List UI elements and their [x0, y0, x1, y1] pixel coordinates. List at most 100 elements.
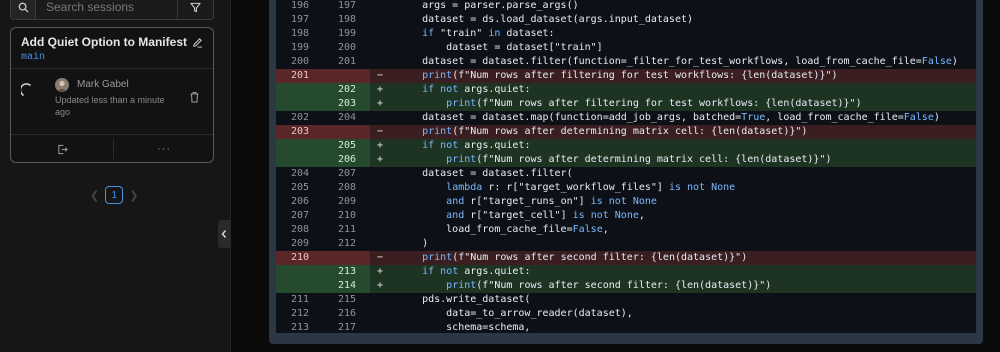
diff-marker: +: [376, 266, 384, 277]
new-line-number: 211: [337, 224, 357, 235]
diff-view: 196 197 args = parser.parse_args() 197 198 …: [276, 0, 976, 333]
new-line-number: [324, 69, 370, 83]
open-session-button[interactable]: [11, 135, 113, 163]
old-line-number: 200: [290, 56, 310, 67]
new-line-number: 217: [337, 322, 357, 333]
diff-line-added: 213 + if not args.quiet:: [276, 265, 976, 279]
old-line-number: 207: [290, 210, 310, 221]
code-text: ): [398, 238, 429, 249]
diff-marker: [370, 167, 390, 181]
code-text: dataset = dataset.filter(function=_filte…: [398, 56, 958, 67]
old-line-number: 206: [290, 196, 310, 207]
old-line-number: 203: [276, 125, 324, 139]
old-line-number: 202: [290, 112, 310, 123]
code-text: if not args.quiet:: [422, 140, 531, 151]
filter-icon: [190, 2, 201, 12]
collapse-sidebar-button[interactable]: [218, 220, 230, 248]
diff-line: 208 211 load_from_cache_file=False,: [276, 223, 976, 237]
diff-line: 197 198 dataset = ds.load_dataset(args.in…: [276, 13, 976, 27]
new-line-number: 213: [324, 265, 370, 279]
code-text: if not args.quiet:: [422, 84, 531, 95]
diff-line: 202 204 dataset = dataset.map(function=ad…: [276, 111, 976, 125]
diff-line: 196 197 args = parser.parse_args(): [276, 0, 976, 13]
new-line-number: 198: [337, 14, 357, 25]
page-number[interactable]: 1: [105, 186, 124, 204]
code-text: args = parser.parse_args(): [398, 0, 579, 11]
diff-marker: −: [376, 252, 384, 263]
chevron-right-icon[interactable]: ❯: [129, 189, 138, 202]
diff-marker: +: [376, 140, 384, 151]
old-line-number: [276, 97, 324, 111]
diff-line: 211 215 pds.write_dataset(: [276, 293, 976, 307]
trash-icon[interactable]: [189, 91, 200, 103]
old-line-number: [276, 153, 324, 167]
new-line-number: 215: [337, 294, 357, 305]
diff-marker: [370, 321, 390, 333]
diff-marker: [370, 307, 390, 321]
new-line-number: [324, 251, 370, 265]
card-footer: ···: [11, 135, 213, 163]
code-text: lambda r: r["target_workflow_files"] is …: [446, 182, 736, 193]
code-text: schema=schema,: [398, 322, 531, 333]
old-line-number: 197: [290, 14, 310, 25]
code-text: data=_to_arrow_reader(dataset),: [398, 308, 633, 319]
code-text: if "train" in dataset:: [422, 28, 555, 39]
diff-marker: [370, 195, 390, 209]
diff-marker: [370, 0, 390, 13]
diff-line: 205 208 lambda r: r["target_workflow_file…: [276, 181, 976, 195]
diff-marker: [370, 41, 390, 55]
new-line-number: 216: [337, 308, 357, 319]
author-name: Mark Gabel: [77, 79, 129, 90]
updated-time: Updated less than a minute ago: [55, 95, 165, 117]
diff-marker: [370, 55, 390, 69]
diff-marker: [370, 237, 390, 251]
new-line-number: 202: [324, 83, 370, 97]
pencil-icon[interactable]: [192, 37, 203, 48]
search-input[interactable]: Search sessions: [36, 0, 178, 20]
diff-marker: [370, 181, 390, 195]
sessions-sidebar: Search sessions Add Quiet Option to Mani…: [0, 0, 231, 352]
old-line-number: 201: [276, 69, 324, 83]
diff-line: 198 199 if "train" in dataset:: [276, 27, 976, 41]
old-line-number: [276, 83, 324, 97]
diff-line: 206 209 and r["target_runs_on"] is not No…: [276, 195, 976, 209]
old-line-number: [276, 265, 324, 279]
old-line-number: 199: [290, 42, 310, 53]
diff-line: 209 212 ): [276, 237, 976, 251]
session-title-row: Add Quiet Option to Manifest: [21, 35, 203, 49]
old-line-number: 209: [290, 238, 310, 249]
chevron-left-icon[interactable]: ❮: [90, 189, 99, 202]
new-line-number: 214: [324, 279, 370, 293]
search-button[interactable]: [10, 0, 36, 20]
old-line-number: [276, 139, 324, 153]
diff-line: 200 201 dataset = dataset.filter(function…: [276, 55, 976, 69]
diff-marker: [370, 209, 390, 223]
old-line-number: [276, 279, 324, 293]
diff-line-added: 214 + print(f"Num rows after second filte…: [276, 279, 976, 293]
diff-marker: [370, 27, 390, 41]
diff-line: 212 216 data=_to_arrow_reader(dataset),: [276, 307, 976, 321]
diff-marker: +: [376, 154, 384, 165]
code-text: print(f"Num rows after determining matri…: [446, 154, 832, 165]
session-card[interactable]: Add Quiet Option to Manifest main Mark G…: [10, 27, 214, 163]
code-text: print(f"Num rows after second filter: {l…: [422, 252, 748, 263]
search-icon: [18, 2, 29, 13]
code-text: print(f"Num rows after filtering for tes…: [446, 98, 862, 109]
code-text: print(f"Num rows after filtering for tes…: [422, 70, 838, 81]
new-line-number: [324, 125, 370, 139]
diff-marker: +: [376, 280, 384, 291]
diff-line: 207 210 and r["target_cell"] is not None,: [276, 209, 976, 223]
code-text: dataset = ds.load_dataset(args.input_dat…: [398, 14, 694, 25]
new-line-number: 199: [337, 28, 357, 39]
more-options-button[interactable]: ···: [114, 135, 214, 163]
new-line-number: 204: [337, 112, 357, 123]
old-line-number: 210: [276, 251, 324, 265]
code-text: dataset = dataset.filter(: [398, 168, 573, 179]
diff-marker: [370, 13, 390, 27]
code-text: and r["target_runs_on"] is not None: [446, 196, 657, 207]
exit-icon: [57, 144, 68, 154]
new-line-number: 210: [337, 210, 357, 221]
filter-button[interactable]: [178, 0, 214, 20]
new-line-number: 205: [324, 139, 370, 153]
code-text: load_from_cache_file=False,: [398, 224, 609, 235]
